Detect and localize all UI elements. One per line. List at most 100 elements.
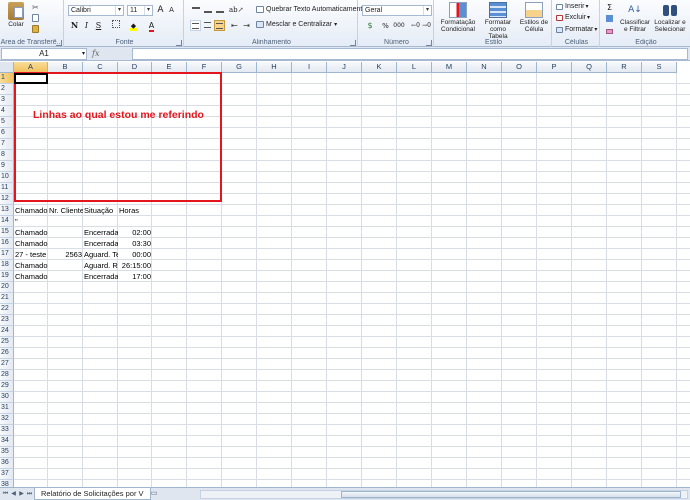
- clear-button[interactable]: [604, 26, 615, 37]
- fill-button[interactable]: [604, 14, 615, 25]
- scrollbar-thumb[interactable]: [341, 491, 681, 498]
- row-header-35[interactable]: 35: [0, 447, 14, 458]
- row-header-13[interactable]: 13: [0, 205, 14, 216]
- name-box[interactable]: A1 ▾: [1, 48, 87, 60]
- merge-center-button[interactable]: Mesclar e Centralizar ▾: [256, 21, 337, 28]
- cell-styles-button[interactable]: Estilos de Célula: [518, 2, 550, 33]
- row-header-19[interactable]: 19: [0, 271, 14, 282]
- alignment-launcher[interactable]: [350, 40, 356, 46]
- cell-c18[interactable]: Aguard. Re: [83, 260, 118, 271]
- find-select-button[interactable]: Localizar e Selecionar: [652, 2, 688, 33]
- column-header-p[interactable]: P: [537, 62, 572, 73]
- row-header-32[interactable]: 32: [0, 414, 14, 425]
- cut-button[interactable]: ✂: [32, 4, 40, 12]
- row-header-25[interactable]: 25: [0, 337, 14, 348]
- cell-a13[interactable]: Chamado: [14, 205, 48, 216]
- cell-a14[interactable]: ": [14, 216, 48, 227]
- orientation-button[interactable]: ab↗: [229, 5, 244, 16]
- row-header-34[interactable]: 34: [0, 436, 14, 447]
- column-header-n[interactable]: N: [467, 62, 502, 73]
- bold-button[interactable]: N: [69, 20, 80, 31]
- underline-button[interactable]: S: [93, 20, 104, 31]
- row-header-38[interactable]: 38: [0, 480, 14, 487]
- cell-a17[interactable]: 27 - teste: [14, 249, 48, 260]
- cell-c15[interactable]: Encerrada: [83, 227, 118, 238]
- column-header-l[interactable]: L: [397, 62, 432, 73]
- last-sheet-button[interactable]: ⏭: [26, 490, 33, 498]
- clipboard-launcher[interactable]: [56, 40, 62, 46]
- column-header-m[interactable]: M: [432, 62, 467, 73]
- cell-a15[interactable]: Chamado Nr.10179 -: [14, 227, 48, 238]
- thousands-separator-button[interactable]: 000: [391, 20, 407, 31]
- align-bottom-button[interactable]: [214, 5, 225, 16]
- cell-c17[interactable]: Aguard. Te: [83, 249, 118, 260]
- currency-button[interactable]: $: [363, 20, 377, 31]
- column-header-h[interactable]: H: [257, 62, 292, 73]
- row-header-30[interactable]: 30: [0, 392, 14, 403]
- format-as-table-button[interactable]: Formatar como Tabela: [480, 2, 516, 40]
- copy-button[interactable]: [32, 14, 39, 22]
- paste-button[interactable]: Colar: [3, 2, 29, 28]
- number-format-combo[interactable]: Geral ▾: [362, 5, 432, 16]
- cell-b17[interactable]: 2563: [48, 249, 83, 260]
- row-header-12[interactable]: 12: [0, 194, 14, 205]
- insert-sheet-button[interactable]: ▭: [148, 489, 160, 499]
- row-header-17[interactable]: 17: [0, 249, 14, 260]
- next-sheet-button[interactable]: ▶: [18, 490, 25, 498]
- italic-button[interactable]: I: [81, 20, 92, 31]
- borders-button[interactable]: [110, 20, 121, 31]
- align-middle-button[interactable]: [202, 5, 213, 16]
- autosum-button[interactable]: Σ: [604, 2, 615, 13]
- row-header-33[interactable]: 33: [0, 425, 14, 436]
- number-launcher[interactable]: [426, 40, 432, 46]
- row-header-23[interactable]: 23: [0, 315, 14, 326]
- align-center-button[interactable]: [202, 20, 213, 31]
- fill-color-button[interactable]: ◆: [128, 20, 139, 31]
- cell-d19[interactable]: 17:00: [118, 271, 152, 282]
- horizontal-scrollbar[interactable]: [200, 490, 688, 499]
- cell-d13[interactable]: Horas: [118, 205, 152, 216]
- row-header-31[interactable]: 31: [0, 403, 14, 414]
- row-header-9[interactable]: 9: [0, 161, 14, 172]
- row-header-21[interactable]: 21: [0, 293, 14, 304]
- row-header-5[interactable]: 5: [0, 117, 14, 128]
- cell-c19[interactable]: Encerrada: [83, 271, 118, 282]
- font-size-combo[interactable]: 11 ▾: [127, 5, 153, 16]
- column-header-j[interactable]: J: [327, 62, 362, 73]
- row-header-16[interactable]: 16: [0, 238, 14, 249]
- worksheet-grid[interactable]: ABCDEFGHIJKLMNOPQRS 1 2 3 4 5 6 7 8 9 10 11 12 13 14 1…: [0, 62, 690, 487]
- row-header-8[interactable]: 8: [0, 150, 14, 161]
- align-top-button[interactable]: [190, 5, 201, 16]
- formula-input[interactable]: [132, 48, 688, 60]
- increase-indent-button[interactable]: ⇥: [241, 20, 252, 31]
- column-header-k[interactable]: K: [362, 62, 397, 73]
- insert-function-button[interactable]: fx: [92, 49, 99, 58]
- cell-a19[interactable]: Chamado Nr.10167 -: [14, 271, 48, 282]
- sort-filter-button[interactable]: A↓ Classificar e Filtrar: [618, 2, 652, 33]
- increase-decimal-button[interactable]: ←0: [410, 20, 421, 31]
- column-header-r[interactable]: R: [607, 62, 642, 73]
- font-name-combo[interactable]: Calibri ▾: [68, 5, 124, 16]
- row-header-2[interactable]: 2: [0, 84, 14, 95]
- wrap-text-button[interactable]: Quebrar Texto Automaticamente: [256, 6, 366, 13]
- row-header-36[interactable]: 36: [0, 458, 14, 469]
- format-painter-button[interactable]: [32, 25, 39, 33]
- font-launcher[interactable]: [176, 40, 182, 46]
- column-header-s[interactable]: S: [642, 62, 677, 73]
- cell-c13[interactable]: Situação: [83, 205, 118, 216]
- row-header-10[interactable]: 10: [0, 172, 14, 183]
- conditional-formatting-button[interactable]: Formatação Condicional: [438, 2, 478, 33]
- row-header-37[interactable]: 37: [0, 469, 14, 480]
- format-cells-button[interactable]: Formatar ▾: [556, 26, 597, 33]
- cell-b13[interactable]: Nr. Cliente: [48, 205, 83, 216]
- row-header-29[interactable]: 29: [0, 381, 14, 392]
- row-header-20[interactable]: 20: [0, 282, 14, 293]
- row-header-15[interactable]: 15: [0, 227, 14, 238]
- row-header-3[interactable]: 3: [0, 95, 14, 106]
- row-header-11[interactable]: 11: [0, 183, 14, 194]
- select-all-button[interactable]: [0, 62, 14, 73]
- font-color-button[interactable]: A: [146, 20, 157, 32]
- column-header-i[interactable]: I: [292, 62, 327, 73]
- row-header-6[interactable]: 6: [0, 128, 14, 139]
- prev-sheet-button[interactable]: ◀: [10, 490, 17, 498]
